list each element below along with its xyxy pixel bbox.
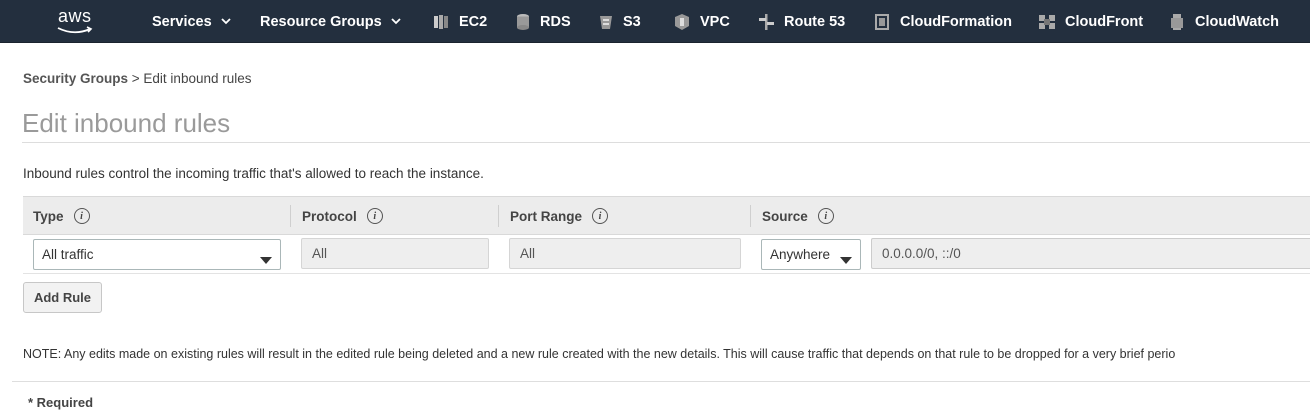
resource-groups-label: Resource Groups [260,13,382,30]
shortcut-rds[interactable]: RDS [515,0,571,43]
info-icon[interactable]: i [592,208,609,224]
dropdown-arrow-icon [840,252,852,267]
shortcut-cloudformation[interactable]: CloudFormation [873,0,1012,43]
resource-groups-menu[interactable]: Resource Groups [260,0,401,43]
type-select-value: All traffic [42,247,94,262]
column-divider [290,205,291,227]
route53-icon [757,13,775,31]
shortcut-cloudfront[interactable]: CloudFront [1038,0,1143,43]
breadcrumb: Security Groups > Edit inbound rules [23,71,252,86]
shortcut-route53[interactable]: Route 53 [757,0,845,43]
column-label: Protocol [302,208,357,224]
column-header-port-range: Port Range i [510,197,609,235]
dropdown-arrow-icon [260,252,272,267]
title-divider [22,142,1310,143]
port-range-field: All [509,238,741,269]
add-rule-button[interactable]: Add Rule [23,282,102,313]
info-icon[interactable]: i [366,208,383,224]
page-description: Inbound rules control the incoming traff… [23,166,484,181]
shortcut-s3[interactable]: S3 [598,0,641,43]
table-row: All traffic All All Anywhere 0.0.0.0/0, … [23,235,1310,274]
column-label: Type [33,208,64,224]
column-header-protocol: Protocol i [302,197,383,235]
page-title: Edit inbound rules [22,108,231,138]
rds-icon [515,13,531,31]
services-menu[interactable]: Services [152,0,231,43]
aws-logo[interactable]: aws [56,4,100,38]
breadcrumb-current: Edit inbound rules [143,71,252,86]
top-navigation-bar: aws Services Resource Groups EC2 RDS S3 … [0,0,1310,43]
info-icon[interactable]: i [817,208,834,224]
rules-table-header: Type i Protocol i Port Range i Source i [23,196,1310,235]
footer-divider [12,381,1310,382]
required-label: * Required [28,395,94,410]
source-select[interactable]: Anywhere [761,239,861,270]
shortcut-label: CloudWatch [1195,13,1280,30]
info-icon[interactable]: i [73,208,90,224]
shortcut-label: CloudFormation [900,13,1012,30]
column-header-source: Source i [762,197,834,235]
column-divider [750,205,751,227]
ec2-icon [432,13,450,31]
shortcut-cloudwatch[interactable]: CloudWatch [1168,0,1279,43]
cloudfront-icon [1038,13,1056,31]
source-select-value: Anywhere [770,247,831,262]
shortcut-label: S3 [623,13,641,30]
services-label: Services [152,13,212,30]
column-label: Port Range [510,208,583,224]
shortcut-ec2[interactable]: EC2 [432,0,487,43]
s3-icon [598,13,614,31]
column-divider [498,205,499,227]
aws-logo-text: aws [58,6,92,26]
type-select[interactable]: All traffic [33,239,281,270]
shortcut-label: VPC [700,13,730,30]
shortcut-label: EC2 [459,13,488,30]
breadcrumb-separator: > [128,71,144,86]
vpc-icon [673,13,691,31]
chevron-down-icon [221,18,231,25]
protocol-field: All [301,238,489,269]
column-header-type: Type i [33,197,90,235]
aws-smile-icon [57,26,93,34]
shortcut-vpc[interactable]: VPC [673,0,730,43]
source-cidr-field: 0.0.0.0/0, ::/0 [871,238,1310,269]
cloudformation-icon [873,13,891,31]
cloudwatch-icon [1168,13,1186,31]
shortcut-label: Route 53 [784,13,846,30]
shortcut-label: CloudFront [1065,13,1144,30]
shortcut-label: RDS [540,13,571,30]
chevron-down-icon [391,18,401,25]
breadcrumb-security-groups-link[interactable]: Security Groups [23,71,128,86]
edit-note: NOTE: Any edits made on existing rules w… [23,347,1176,361]
column-label: Source [762,208,808,224]
